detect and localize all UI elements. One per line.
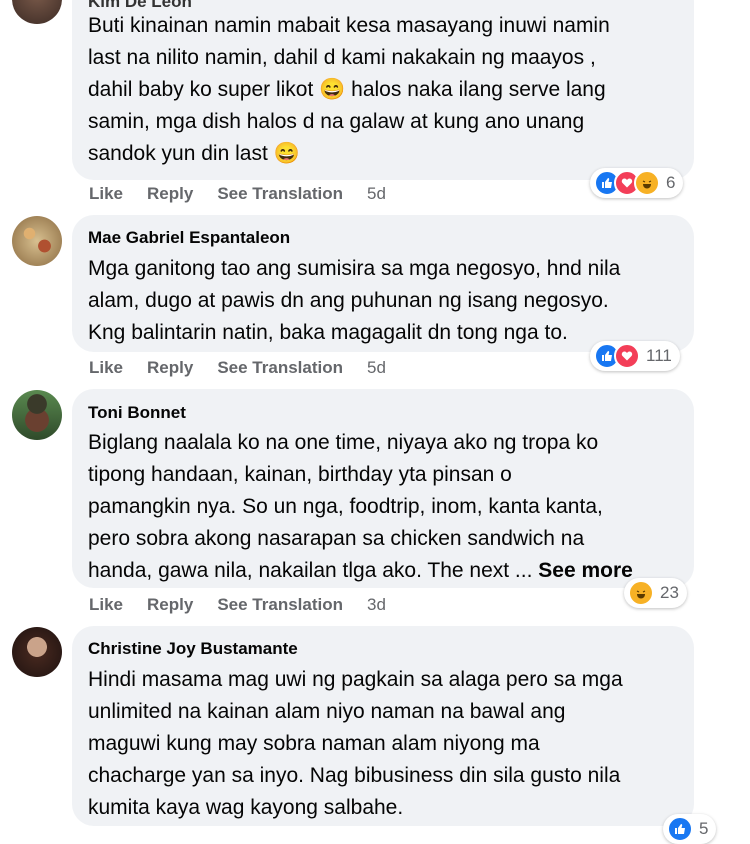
comment-actions: Like Reply See Translation 5d	[89, 358, 410, 378]
reply-button[interactable]: Reply	[147, 595, 193, 614]
see-translation-button[interactable]: See Translation	[217, 358, 343, 377]
haha-icon	[634, 170, 660, 196]
comment-bubble: Kim De Leon Buti kinainan namin mabait k…	[72, 0, 694, 180]
comment-author[interactable]: Mae Gabriel Espantaleon	[88, 228, 290, 248]
reaction-summary[interactable]: 6	[590, 168, 684, 198]
see-translation-button[interactable]: See Translation	[217, 184, 343, 203]
reply-button[interactable]: Reply	[147, 184, 193, 203]
avatar[interactable]	[12, 0, 62, 24]
comment-text: Mga ganitong tao ang sumisira sa mga neg…	[88, 257, 621, 344]
haha-icon	[628, 580, 654, 606]
comment-text: Buti kinainan namin mabait kesa masayang…	[88, 14, 610, 165]
reaction-summary[interactable]: 111	[590, 341, 680, 371]
comment-bubble: Mae Gabriel Espantaleon Mga ganitong tao…	[72, 215, 694, 352]
reaction-summary[interactable]: 23	[624, 578, 687, 608]
avatar[interactable]	[12, 390, 62, 440]
comment-actions: Like Reply See Translation 5d	[89, 184, 410, 204]
like-icon	[667, 816, 693, 842]
comment-text: Hindi masama mag uwi ng pagkain sa alaga…	[88, 668, 623, 819]
timestamp[interactable]: 3d	[367, 595, 386, 614]
avatar[interactable]	[12, 627, 62, 677]
see-translation-button[interactable]: See Translation	[217, 595, 343, 614]
comment-bubble: Christine Joy Bustamante Hindi masama ma…	[72, 626, 694, 826]
comment-author[interactable]: Toni Bonnet	[88, 403, 186, 423]
comment-actions: Like Reply See Translation 3d	[89, 595, 410, 615]
grin-emoji-icon: 😄	[319, 78, 346, 101]
comment-text: Biglang naalala ko na one time, niyaya a…	[88, 431, 633, 582]
comment-author[interactable]: Christine Joy Bustamante	[88, 639, 298, 659]
like-button[interactable]: Like	[89, 184, 123, 203]
avatar[interactable]	[12, 216, 62, 266]
timestamp[interactable]: 5d	[367, 184, 386, 203]
reaction-summary[interactable]: 5	[663, 814, 717, 844]
see-more-link[interactable]: See more	[538, 559, 633, 582]
grin-emoji-icon: 😄	[273, 142, 300, 165]
comment-bubble: Toni Bonnet Biglang naalala ko na one ti…	[72, 389, 694, 588]
reply-button[interactable]: Reply	[147, 358, 193, 377]
like-button[interactable]: Like	[89, 358, 123, 377]
love-icon	[614, 343, 640, 369]
like-button[interactable]: Like	[89, 595, 123, 614]
timestamp[interactable]: 5d	[367, 358, 386, 377]
